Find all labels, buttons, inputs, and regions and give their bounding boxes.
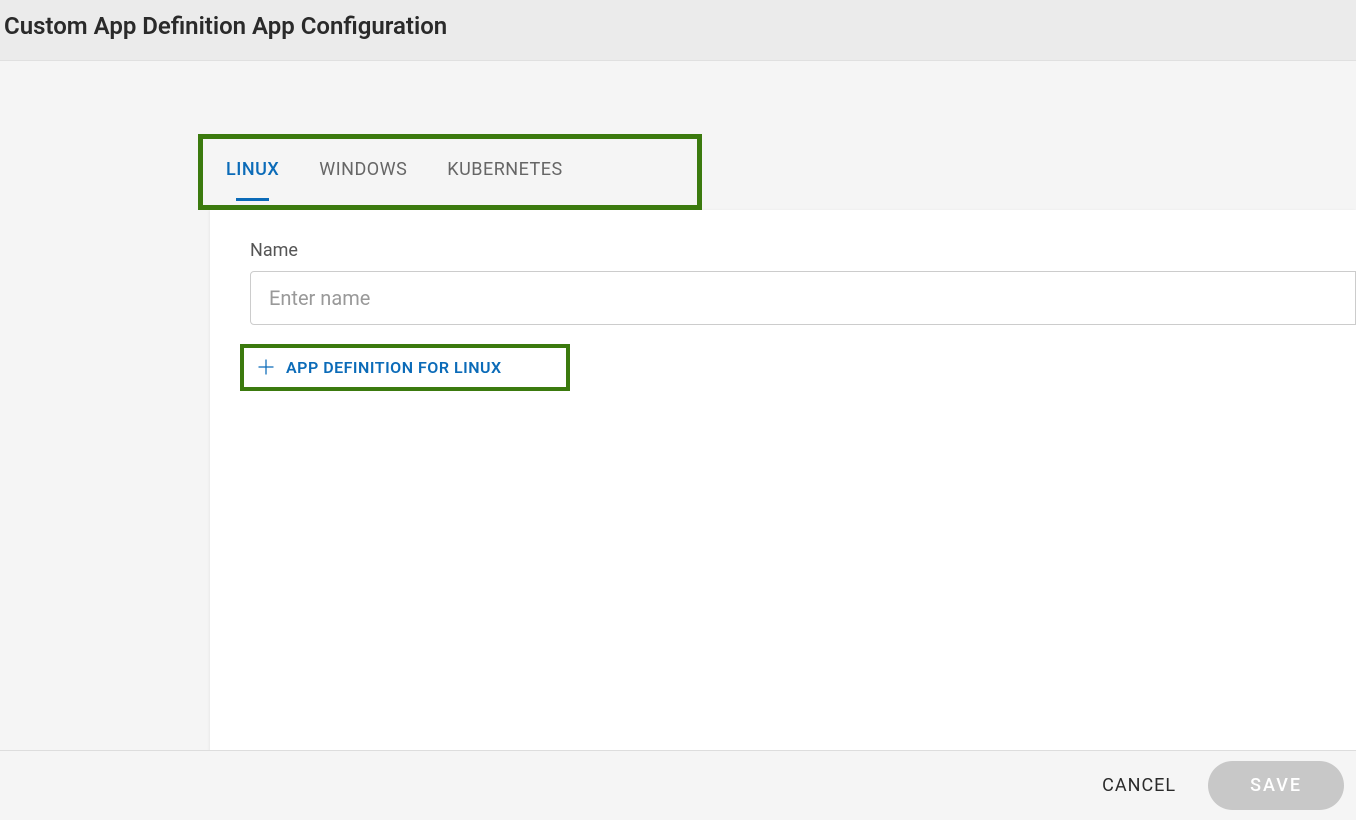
save-button[interactable]: SAVE xyxy=(1208,761,1344,810)
tabs-container: LINUX WINDOWS KUBERNETES xyxy=(206,141,583,201)
cancel-button[interactable]: CANCEL xyxy=(1094,765,1184,806)
tab-linux[interactable]: LINUX xyxy=(206,141,299,201)
add-app-definition-label: APP DEFINITION FOR LINUX xyxy=(286,358,502,377)
tab-windows[interactable]: WINDOWS xyxy=(299,141,427,201)
header-bar: Custom App Definition App Configuration xyxy=(0,0,1356,61)
footer-bar: CANCEL SAVE xyxy=(0,750,1356,820)
main-panel: Name xyxy=(210,210,1356,811)
add-app-definition-button[interactable]: APP DEFINITION FOR LINUX xyxy=(256,351,502,383)
tab-kubernetes[interactable]: KUBERNETES xyxy=(427,141,582,201)
page-title: Custom App Definition App Configuration xyxy=(4,12,1352,40)
name-label: Name xyxy=(250,240,1356,261)
name-input[interactable] xyxy=(250,271,1356,325)
plus-icon xyxy=(256,357,276,377)
